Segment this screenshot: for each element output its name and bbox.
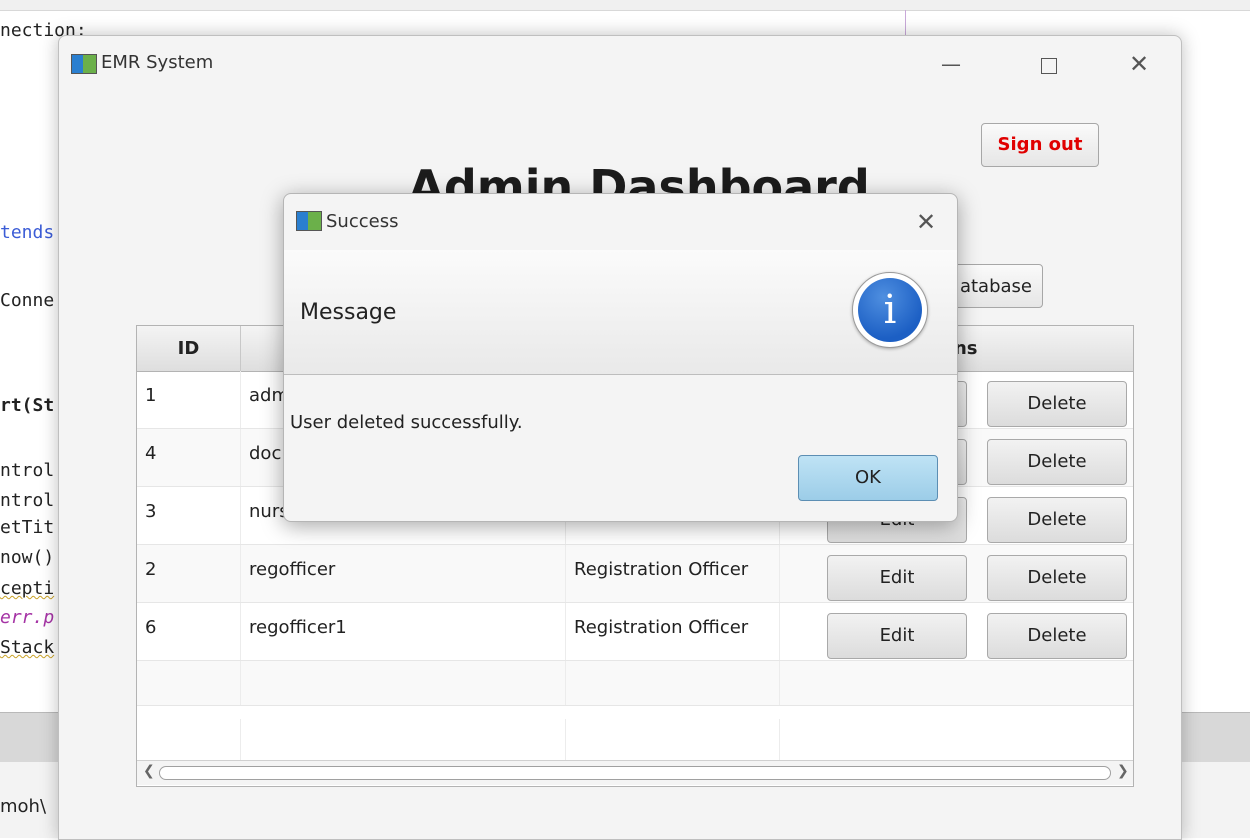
code-line: tends	[0, 222, 55, 243]
delete-button[interactable]: Delete	[987, 497, 1127, 543]
empty-cell	[566, 719, 780, 763]
column-header-id[interactable]: ID	[137, 326, 241, 371]
sign-out-button[interactable]: Sign out	[981, 123, 1099, 167]
app-icon	[71, 54, 97, 74]
dialog-header-text: Message	[300, 300, 397, 325]
empty-cell	[780, 719, 1133, 763]
code-line: err.p	[0, 607, 55, 628]
scrollbar-thumb[interactable]	[159, 766, 1111, 780]
code-line: Stack	[0, 637, 55, 658]
cell-id: 1	[137, 371, 241, 428]
empty-cell	[241, 719, 566, 763]
code-line: cepti	[0, 578, 55, 599]
delete-button[interactable]: Delete	[987, 613, 1127, 659]
close-icon[interactable]: ✕	[1119, 44, 1159, 84]
dialog-titlebar[interactable]: Success ✕	[284, 194, 957, 250]
code-line: now()	[0, 547, 55, 568]
cell-id: 4	[137, 429, 241, 486]
empty-cell	[780, 661, 1133, 705]
ide-topbar	[0, 0, 1250, 11]
horizontal-scrollbar[interactable]: ❮ ❯	[137, 760, 1133, 785]
delete-button[interactable]: Delete	[987, 439, 1127, 485]
table-row-empty	[137, 661, 1133, 706]
cell-actions: Edit Delete	[780, 603, 1133, 660]
dialog-header: Message i	[284, 250, 957, 375]
empty-cell	[566, 661, 780, 705]
table-row-empty	[137, 719, 1133, 764]
ok-button[interactable]: OK	[798, 455, 938, 501]
edit-button[interactable]: Edit	[827, 613, 967, 659]
scroll-left-icon[interactable]: ❮	[143, 763, 155, 779]
scroll-right-icon[interactable]: ❯	[1117, 763, 1129, 779]
table-row[interactable]: 6 regofficer1 Registration Officer Edit Dele…	[137, 603, 1133, 661]
window-title: EMR System	[101, 52, 214, 73]
empty-cell	[137, 661, 241, 705]
cell-id: 3	[137, 487, 241, 544]
minimize-icon[interactable]: —	[931, 44, 971, 84]
info-icon: i	[852, 272, 928, 348]
dialog-app-icon	[296, 211, 322, 231]
code-line: ntrol	[0, 460, 55, 481]
cell-id: 6	[137, 603, 241, 660]
code-line: rt(St	[0, 395, 55, 416]
code-line: ntrol	[0, 490, 55, 511]
window-titlebar[interactable]: EMR System — ✕	[59, 36, 1181, 92]
code-line: etTit	[0, 517, 55, 538]
empty-cell	[241, 661, 566, 705]
delete-button[interactable]: Delete	[987, 555, 1127, 601]
cell-actions: Edit Delete	[780, 545, 1133, 602]
maximize-icon[interactable]	[1029, 44, 1069, 84]
dialog-title: Success	[326, 211, 399, 232]
success-dialog: Success ✕ Message i User deleted success…	[283, 193, 958, 522]
cell-role: Registration Officer	[566, 603, 780, 660]
cell-username: regofficer	[241, 545, 566, 602]
dialog-close-icon[interactable]: ✕	[906, 202, 946, 242]
edit-button[interactable]: Edit	[827, 555, 967, 601]
delete-button[interactable]: Delete	[987, 381, 1127, 427]
table-row[interactable]: 2 regofficer Registration Officer Edit Delet…	[137, 545, 1133, 603]
empty-cell	[137, 719, 241, 763]
cell-id: 2	[137, 545, 241, 602]
dialog-message: User deleted successfully.	[290, 412, 523, 433]
cell-username: regofficer1	[241, 603, 566, 660]
ide-path-text: moh\	[0, 796, 47, 817]
cell-role: Registration Officer	[566, 545, 780, 602]
code-line: Conne	[0, 290, 55, 311]
